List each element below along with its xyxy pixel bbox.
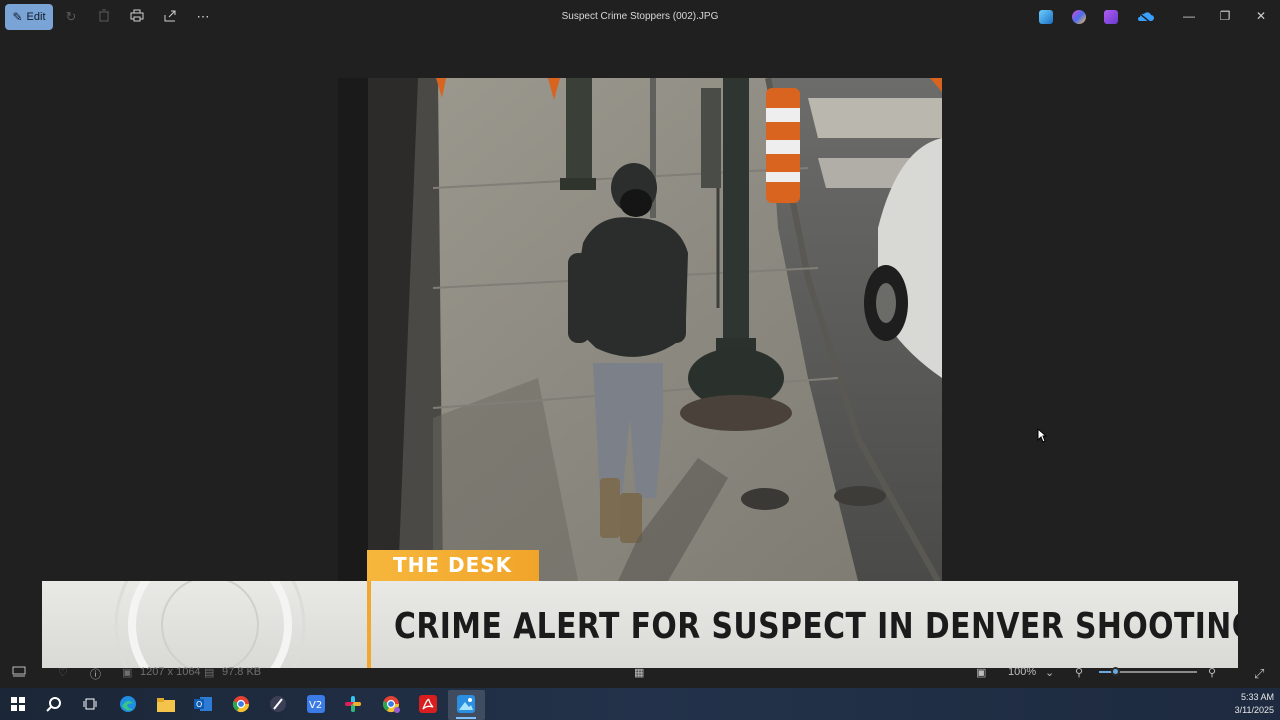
active-app-indicator bbox=[456, 717, 476, 719]
news-tag: THE DESK bbox=[367, 550, 539, 581]
photos-taskbar-icon[interactable] bbox=[456, 694, 476, 714]
vz-icon[interactable]: V2 bbox=[306, 694, 326, 714]
ocr-icon[interactable]: ▦ bbox=[634, 666, 644, 679]
svg-text:V2: V2 bbox=[309, 700, 322, 711]
taskbar bbox=[0, 688, 1280, 720]
clipchamp-icon[interactable] bbox=[1104, 10, 1118, 24]
file-size-icon: ▤ bbox=[204, 667, 215, 679]
photos-app-window: ✎ Edit ↻ ⋯ Suspect Crime Stoppers (002).… bbox=[0, 0, 1280, 720]
slack-icon[interactable] bbox=[343, 694, 363, 714]
zoom-in-icon[interactable]: ⚲ bbox=[1208, 666, 1216, 679]
svg-text:O: O bbox=[196, 700, 202, 709]
bottom-toolbar: ♡ ⓘ ▣ 1207 x 1064 ▤ 97.8 KB ▦ ▣ 100% ⌄ ⚲… bbox=[0, 661, 1280, 685]
restore-icon[interactable]: ❐ bbox=[1216, 9, 1234, 23]
app-icon[interactable] bbox=[268, 694, 288, 714]
filmstrip-icon[interactable] bbox=[12, 666, 26, 680]
zoom-out-icon[interactable]: ⚲ bbox=[1075, 666, 1083, 679]
search-icon[interactable] bbox=[44, 694, 64, 714]
photos-icon[interactable] bbox=[1039, 10, 1053, 24]
headline-banner: CRIME ALERT FOR SUSPECT IN DENVER SHOOTI… bbox=[42, 581, 1238, 668]
close-icon[interactable]: ✕ bbox=[1252, 9, 1270, 23]
title-bar: ✎ Edit ↻ ⋯ Suspect Crime Stoppers (002).… bbox=[0, 0, 1280, 34]
zoom-slider-thumb[interactable] bbox=[1110, 667, 1120, 676]
file-size: 97.8 KB bbox=[222, 666, 262, 678]
mouse-cursor-icon bbox=[1037, 428, 1047, 443]
fit-window-icon[interactable]: ▣ bbox=[976, 666, 986, 679]
windows-start-icon[interactable] bbox=[8, 694, 28, 714]
clock-time: 5:33 AM bbox=[1240, 692, 1274, 702]
minimize-icon[interactable]: — bbox=[1180, 9, 1198, 23]
system-clock[interactable]: 5:33 AM 3/11/2025 bbox=[1235, 691, 1274, 717]
image-dimensions: 1207 x 1064 bbox=[140, 666, 201, 678]
acrobat-icon[interactable] bbox=[418, 694, 438, 714]
network-logo-watermark bbox=[114, 581, 306, 668]
zoom-level[interactable]: 100% bbox=[1008, 666, 1036, 678]
edge-icon[interactable] bbox=[118, 694, 138, 714]
zoom-dropdown-icon[interactable]: ⌄ bbox=[1045, 666, 1054, 679]
accent-bar bbox=[367, 581, 371, 668]
photo-image bbox=[338, 78, 942, 581]
dimensions-icon: ▣ bbox=[122, 667, 133, 679]
chrome-icon[interactable] bbox=[231, 694, 251, 714]
task-view-icon[interactable] bbox=[80, 694, 100, 714]
chrome-alt-icon[interactable] bbox=[381, 694, 401, 714]
info-icon[interactable]: ⓘ bbox=[90, 666, 101, 682]
onedrive-icon[interactable] bbox=[1137, 10, 1154, 24]
copilot-icon[interactable] bbox=[1072, 10, 1086, 24]
favorite-icon[interactable]: ♡ bbox=[58, 666, 68, 679]
file-explorer-icon[interactable] bbox=[156, 694, 176, 714]
fullscreen-icon[interactable]: ⤢ bbox=[1254, 666, 1264, 682]
file-title: Suspect Crime Stoppers (002).JPG bbox=[561, 11, 719, 22]
outlook-icon[interactable]: O bbox=[193, 694, 213, 714]
headline-text: CRIME ALERT FOR SUSPECT IN DENVER SHOOTI… bbox=[394, 606, 1238, 647]
clock-date: 3/11/2025 bbox=[1234, 705, 1274, 715]
